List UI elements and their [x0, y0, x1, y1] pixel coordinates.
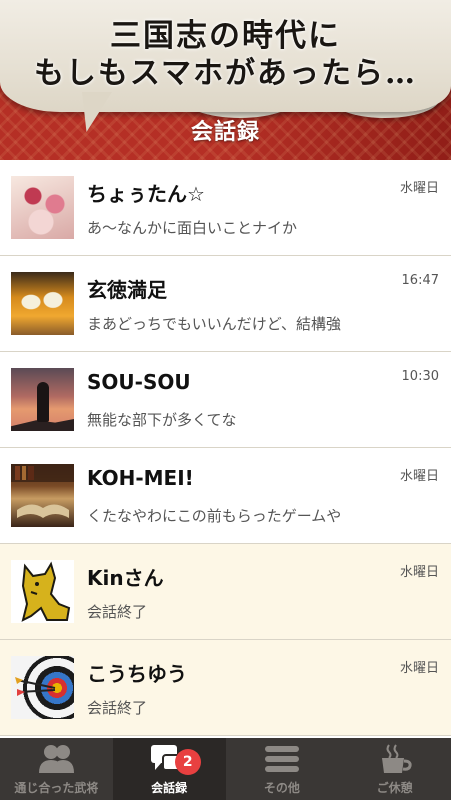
- message-time: 水曜日: [399, 565, 439, 580]
- conversation-row[interactable]: ちょぅたん☆ あ〜なんかに面白いことナイか 水曜日: [0, 160, 451, 256]
- message-time: 水曜日: [399, 661, 439, 676]
- avatar-archery-target-photo: [11, 656, 74, 719]
- conversation-row[interactable]: Kinさん 会話終了 水曜日: [0, 544, 451, 640]
- last-message: まあどっちでもいいんだけど、結構強: [87, 315, 341, 333]
- contact-name: SOU-SOU: [87, 370, 191, 394]
- avatar-sweets-photo: [11, 176, 74, 239]
- message-time: 10:30: [401, 369, 439, 384]
- contact-name: Kinさん: [87, 566, 164, 590]
- tab-break[interactable]: ご休憩: [338, 738, 451, 800]
- contact-name: こうちゆう: [87, 662, 187, 686]
- avatar-old-book-photo: [11, 464, 74, 527]
- unread-badge: 2: [174, 749, 201, 775]
- last-message: 会話終了: [87, 699, 148, 717]
- contact-name: KOH-MEI!: [87, 466, 194, 490]
- tab-conversations[interactable]: 会話録 2: [112, 738, 226, 800]
- last-message: 無能な部下が多くてな: [87, 411, 237, 429]
- conversation-row[interactable]: 玄徳満足 まあどっちでもいいんだけど、結構強 16:47: [0, 256, 451, 352]
- message-time: 水曜日: [399, 469, 439, 484]
- tab-label: 通じ合った武将: [14, 781, 99, 795]
- conversation-row[interactable]: こうちゆう 会話終了 水曜日: [0, 640, 451, 736]
- last-message: くたなやわにこの前もらったゲームや: [87, 507, 342, 525]
- tab-friends[interactable]: 通じ合った武将: [0, 738, 113, 800]
- conversation-row[interactable]: KOH-MEI! くたなやわにこの前もらったゲームや 水曜日: [0, 448, 451, 544]
- avatar-beer-toast-photo: [11, 272, 74, 335]
- people-icon: [36, 742, 76, 776]
- contact-name: ちょぅたん☆: [87, 182, 205, 206]
- tab-label: ご休憩: [376, 781, 413, 795]
- last-message: あ〜なんかに面白いことナイか: [87, 219, 298, 237]
- tab-label: 会話録: [151, 781, 188, 795]
- avatar-yellow-dog-illustration: [11, 560, 74, 623]
- tab-other[interactable]: その他: [226, 738, 339, 800]
- last-message: 会話終了: [87, 603, 148, 621]
- app-header: 三国志の時代に もしもスマホがあったら… 会話録: [0, 0, 451, 160]
- contact-name: 玄徳満足: [87, 278, 167, 302]
- conversation-row[interactable]: SOU-SOU 無能な部下が多くてな 10:30: [0, 352, 451, 448]
- bottom-tab-bar: 通じ合った武将 会話録 2 その他 ご休憩: [0, 738, 451, 800]
- conversation-list: ちょぅたん☆ あ〜なんかに面白いことナイか 水曜日 玄徳満足 まあどっちでもいい…: [0, 160, 451, 736]
- message-time: 16:47: [401, 273, 439, 288]
- page-title: 会話録: [190, 120, 260, 145]
- tea-cup-icon: [375, 742, 415, 776]
- tab-label: その他: [263, 781, 300, 795]
- banner-title-line2: もしもスマホがあったら…: [33, 56, 418, 91]
- menu-icon: [262, 742, 302, 776]
- message-time: 水曜日: [399, 181, 439, 196]
- avatar-silhouette-sunset-photo: [11, 368, 74, 431]
